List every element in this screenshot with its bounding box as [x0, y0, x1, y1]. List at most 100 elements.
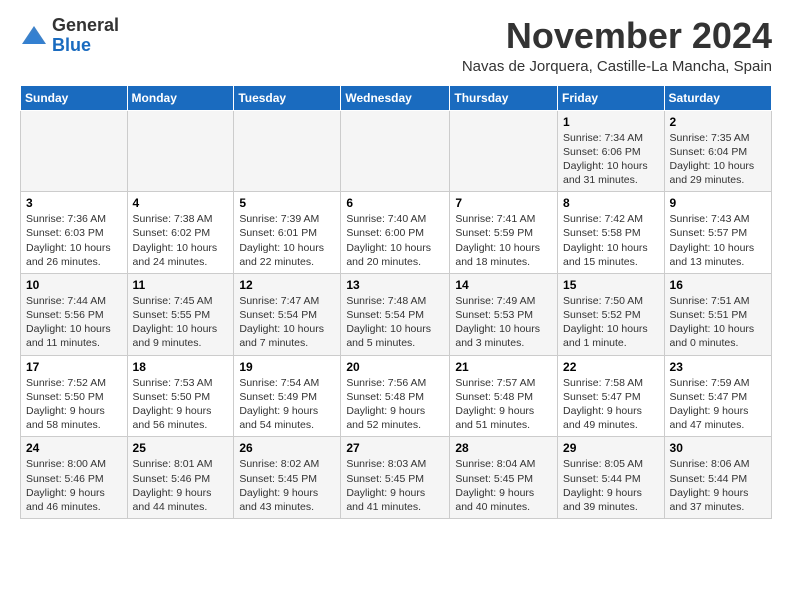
- day-info: Sunrise: 7:54 AM Sunset: 5:49 PM Dayligh…: [239, 376, 335, 433]
- day-info: Sunrise: 7:41 AM Sunset: 5:59 PM Dayligh…: [455, 212, 552, 269]
- day-info: Sunrise: 8:06 AM Sunset: 5:44 PM Dayligh…: [670, 457, 766, 514]
- day-info: Sunrise: 7:36 AM Sunset: 6:03 PM Dayligh…: [26, 212, 122, 269]
- day-info: Sunrise: 7:51 AM Sunset: 5:51 PM Dayligh…: [670, 294, 766, 351]
- day-info: Sunrise: 8:04 AM Sunset: 5:45 PM Dayligh…: [455, 457, 552, 514]
- calendar-cell: [341, 110, 450, 192]
- day-number: 10: [26, 278, 122, 292]
- calendar-cell: 6Sunrise: 7:40 AM Sunset: 6:00 PM Daylig…: [341, 192, 450, 274]
- title-block: November 2024 Navas de Jorquera, Castill…: [462, 16, 772, 75]
- day-info: Sunrise: 7:47 AM Sunset: 5:54 PM Dayligh…: [239, 294, 335, 351]
- day-number: 22: [563, 360, 659, 374]
- logo-icon: [20, 22, 48, 50]
- calendar-table: Sunday Monday Tuesday Wednesday Thursday…: [20, 85, 772, 519]
- calendar-cell: 20 Sunrise: 7:56 AM Sunset: 5:48 PM Dayli…: [341, 355, 450, 437]
- day-info: Sunrise: 7:43 AM Sunset: 5:57 PM Dayligh…: [670, 212, 766, 269]
- calendar-body: 1Sunrise: 7:34 AM Sunset: 6:06 PM Daylig…: [21, 110, 772, 518]
- day-number: 17: [26, 360, 122, 374]
- day-number: 26: [239, 441, 335, 455]
- calendar-week-3: 10 Sunrise: 7:44 AM Sunset: 5:56 PM Dayli…: [21, 273, 772, 355]
- calendar-cell: [234, 110, 341, 192]
- page-header: General Blue November 2024 Navas de Jorq…: [20, 16, 772, 75]
- day-number: 4: [133, 196, 229, 210]
- logo-general: General: [52, 15, 119, 35]
- day-info: Sunrise: 7:45 AM Sunset: 5:55 PM Dayligh…: [133, 294, 229, 351]
- day-number: 19: [239, 360, 335, 374]
- day-info: Sunrise: 7:49 AM Sunset: 5:53 PM Dayligh…: [455, 294, 552, 351]
- calendar-cell: 24 Sunrise: 8:00 AM Sunset: 5:46 PM Dayli…: [21, 437, 128, 519]
- day-info: Sunrise: 8:03 AM Sunset: 5:45 PM Dayligh…: [346, 457, 444, 514]
- day-info: Sunrise: 7:57 AM Sunset: 5:48 PM Dayligh…: [455, 376, 552, 433]
- day-number: 12: [239, 278, 335, 292]
- day-info: Sunrise: 7:48 AM Sunset: 5:54 PM Dayligh…: [346, 294, 444, 351]
- day-info: Sunrise: 7:35 AM Sunset: 6:04 PM Dayligh…: [670, 131, 766, 188]
- day-info: Sunrise: 7:34 AM Sunset: 6:06 PM Dayligh…: [563, 131, 659, 188]
- calendar-cell: 10 Sunrise: 7:44 AM Sunset: 5:56 PM Dayli…: [21, 273, 128, 355]
- day-info: Sunrise: 7:56 AM Sunset: 5:48 PM Dayligh…: [346, 376, 444, 433]
- day-info: Sunrise: 8:05 AM Sunset: 5:44 PM Dayligh…: [563, 457, 659, 514]
- weekday-tuesday: Tuesday: [234, 85, 341, 110]
- calendar-cell: 16 Sunrise: 7:51 AM Sunset: 5:51 PM Dayli…: [664, 273, 771, 355]
- calendar-cell: 15 Sunrise: 7:50 AM Sunset: 5:52 PM Dayli…: [558, 273, 665, 355]
- weekday-friday: Friday: [558, 85, 665, 110]
- calendar-cell: 21Sunrise: 7:57 AM Sunset: 5:48 PM Dayli…: [450, 355, 558, 437]
- day-number: 14: [455, 278, 552, 292]
- day-info: Sunrise: 8:02 AM Sunset: 5:45 PM Dayligh…: [239, 457, 335, 514]
- day-number: 28: [455, 441, 552, 455]
- calendar-week-2: 3 Sunrise: 7:36 AM Sunset: 6:03 PM Daylig…: [21, 192, 772, 274]
- calendar-cell: 8Sunrise: 7:42 AM Sunset: 5:58 PM Daylig…: [558, 192, 665, 274]
- day-number: 23: [670, 360, 766, 374]
- calendar-cell: 5Sunrise: 7:39 AM Sunset: 6:01 PM Daylig…: [234, 192, 341, 274]
- day-number: 11: [133, 278, 229, 292]
- month-title: November 2024: [462, 16, 772, 56]
- day-number: 7: [455, 196, 552, 210]
- weekday-saturday: Saturday: [664, 85, 771, 110]
- day-number: 2: [670, 115, 766, 129]
- calendar-cell: 28 Sunrise: 8:04 AM Sunset: 5:45 PM Dayli…: [450, 437, 558, 519]
- calendar-cell: [450, 110, 558, 192]
- day-info: Sunrise: 7:58 AM Sunset: 5:47 PM Dayligh…: [563, 376, 659, 433]
- day-number: 16: [670, 278, 766, 292]
- calendar-cell: 14 Sunrise: 7:49 AM Sunset: 5:53 PM Dayli…: [450, 273, 558, 355]
- day-info: Sunrise: 7:59 AM Sunset: 5:47 PM Dayligh…: [670, 376, 766, 433]
- day-info: Sunrise: 7:50 AM Sunset: 5:52 PM Dayligh…: [563, 294, 659, 351]
- calendar-cell: [127, 110, 234, 192]
- calendar-cell: 23 Sunrise: 7:59 AM Sunset: 5:47 PM Dayli…: [664, 355, 771, 437]
- day-info: Sunrise: 7:38 AM Sunset: 6:02 PM Dayligh…: [133, 212, 229, 269]
- day-number: 9: [670, 196, 766, 210]
- calendar-cell: 9 Sunrise: 7:43 AM Sunset: 5:57 PM Daylig…: [664, 192, 771, 274]
- day-number: 27: [346, 441, 444, 455]
- day-number: 3: [26, 196, 122, 210]
- weekday-thursday: Thursday: [450, 85, 558, 110]
- weekday-wednesday: Wednesday: [341, 85, 450, 110]
- day-info: Sunrise: 8:00 AM Sunset: 5:46 PM Dayligh…: [26, 457, 122, 514]
- calendar-week-5: 24 Sunrise: 8:00 AM Sunset: 5:46 PM Dayli…: [21, 437, 772, 519]
- day-info: Sunrise: 7:52 AM Sunset: 5:50 PM Dayligh…: [26, 376, 122, 433]
- calendar-cell: 18Sunrise: 7:53 AM Sunset: 5:50 PM Dayli…: [127, 355, 234, 437]
- calendar-cell: 19 Sunrise: 7:54 AM Sunset: 5:49 PM Dayli…: [234, 355, 341, 437]
- day-info: Sunrise: 8:01 AM Sunset: 5:46 PM Dayligh…: [133, 457, 229, 514]
- weekday-row: Sunday Monday Tuesday Wednesday Thursday…: [21, 85, 772, 110]
- day-info: Sunrise: 7:44 AM Sunset: 5:56 PM Dayligh…: [26, 294, 122, 351]
- calendar-cell: 22 Sunrise: 7:58 AM Sunset: 5:47 PM Dayli…: [558, 355, 665, 437]
- calendar-header: Sunday Monday Tuesday Wednesday Thursday…: [21, 85, 772, 110]
- calendar-cell: 1Sunrise: 7:34 AM Sunset: 6:06 PM Daylig…: [558, 110, 665, 192]
- calendar-cell: 27 Sunrise: 8:03 AM Sunset: 5:45 PM Dayli…: [341, 437, 450, 519]
- calendar-cell: 30 Sunrise: 8:06 AM Sunset: 5:44 PM Dayli…: [664, 437, 771, 519]
- day-number: 24: [26, 441, 122, 455]
- day-number: 30: [670, 441, 766, 455]
- calendar-cell: 12 Sunrise: 7:47 AM Sunset: 5:54 PM Dayli…: [234, 273, 341, 355]
- day-number: 29: [563, 441, 659, 455]
- location: Navas de Jorquera, Castille-La Mancha, S…: [462, 58, 772, 75]
- calendar-week-1: 1Sunrise: 7:34 AM Sunset: 6:06 PM Daylig…: [21, 110, 772, 192]
- day-number: 20: [346, 360, 444, 374]
- weekday-sunday: Sunday: [21, 85, 128, 110]
- logo-text: General Blue: [52, 16, 119, 56]
- weekday-monday: Monday: [127, 85, 234, 110]
- day-number: 18: [133, 360, 229, 374]
- calendar-cell: 29 Sunrise: 8:05 AM Sunset: 5:44 PM Dayli…: [558, 437, 665, 519]
- calendar-week-4: 17 Sunrise: 7:52 AM Sunset: 5:50 PM Dayli…: [21, 355, 772, 437]
- day-info: Sunrise: 7:42 AM Sunset: 5:58 PM Dayligh…: [563, 212, 659, 269]
- calendar-cell: 13Sunrise: 7:48 AM Sunset: 5:54 PM Dayli…: [341, 273, 450, 355]
- day-number: 6: [346, 196, 444, 210]
- day-number: 15: [563, 278, 659, 292]
